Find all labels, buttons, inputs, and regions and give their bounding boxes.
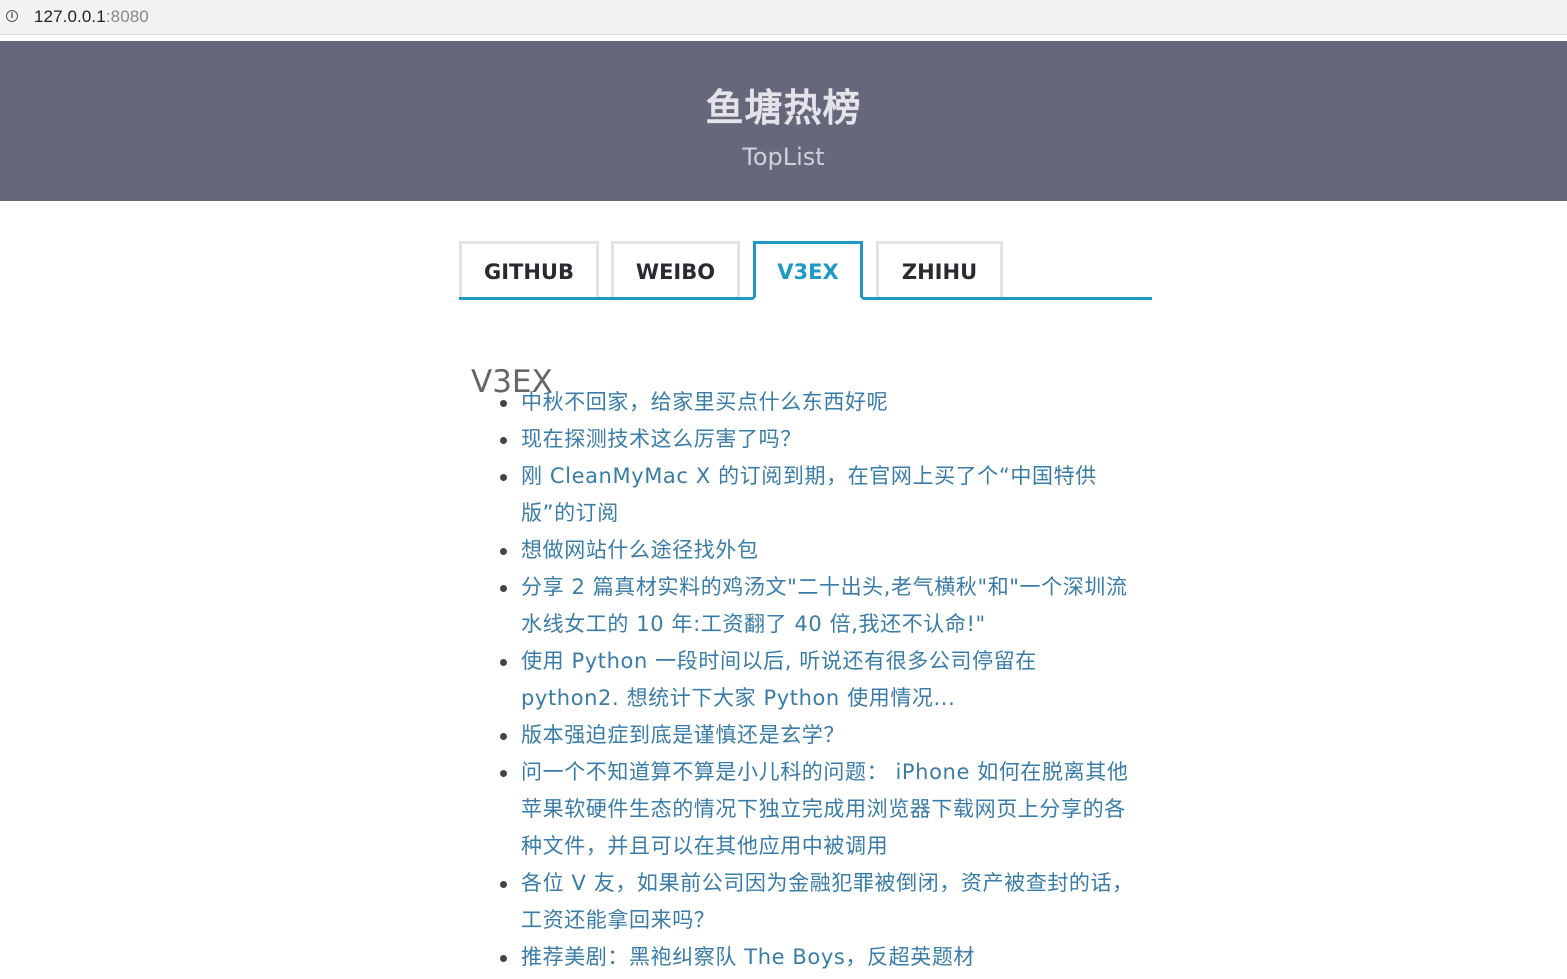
url-port: :8080 [105, 7, 149, 26]
hero-banner: 鱼塘热榜 TopList [0, 41, 1567, 201]
list-item: 使用 Python 一段时间以后, 听说还有很多公司停留在 python2. 想… [500, 643, 1136, 717]
tab-zhihu[interactable]: ZHIHU [876, 241, 1003, 297]
list-item: 分享 2 篇真材实料的鸡汤文"二十出头,老气横秋"和"一个深圳流水线女工的 10… [500, 569, 1136, 643]
list-item: 想做网站什么途径找外包 [500, 532, 1136, 569]
list-item: 推荐美剧：黑袍纠察队 The Boys，反超英题材 [500, 939, 1136, 976]
topic-link[interactable]: 版本强迫症到底是谨慎还是玄学？ [521, 723, 845, 747]
topic-list: 中秋不回家，给家里买点什么东西好呢 现在探测技术这么厉害了吗？ 刚 CleanM… [500, 384, 1136, 976]
site-title: 鱼塘热榜 [705, 86, 862, 130]
list-item: 刚 CleanMyMac X 的订阅到期，在官网上买了个“中国特供版”的订阅 [500, 458, 1136, 532]
topic-link[interactable]: 现在探测技术这么厉害了吗？ [521, 427, 802, 451]
topic-link[interactable]: 各位 V 友，如果前公司因为金融犯罪被倒闭，资产被查封的话，工资还能拿回来吗？ [521, 871, 1134, 932]
topic-link[interactable]: 刚 CleanMyMac X 的订阅到期，在官网上买了个“中国特供版”的订阅 [521, 464, 1097, 525]
url-host: 127.0.0.1 [34, 7, 106, 26]
source-tabs: GITHUB WEIBO V3EX ZHIHU [459, 241, 1152, 300]
browser-address-bar[interactable]: i 127.0.0.1:8080 [0, 0, 1567, 35]
list-item: 版本强迫症到底是谨慎还是玄学？ [500, 717, 1136, 754]
list-item: 问一个不知道算不算是小儿科的问题： iPhone 如何在脱离其他苹果软硬件生态的… [500, 754, 1136, 865]
tab-weibo[interactable]: WEIBO [611, 241, 740, 297]
site-subtitle: TopList [742, 143, 825, 171]
url-text[interactable]: 127.0.0.1:8080 [34, 7, 149, 27]
tab-github[interactable]: GITHUB [459, 241, 599, 297]
list-item: 各位 V 友，如果前公司因为金融犯罪被倒闭，资产被查封的话，工资还能拿回来吗？ [500, 865, 1136, 939]
list-item: 中秋不回家，给家里买点什么东西好呢 [500, 384, 1136, 421]
info-icon[interactable]: i [6, 10, 18, 22]
topic-link[interactable]: 使用 Python 一段时间以后, 听说还有很多公司停留在 python2. 想… [521, 649, 1037, 710]
topic-link[interactable]: 问一个不知道算不算是小儿科的问题： iPhone 如何在脱离其他苹果软硬件生态的… [521, 760, 1128, 858]
list-item: 现在探测技术这么厉害了吗？ [500, 421, 1136, 458]
tab-v3ex[interactable]: V3EX [753, 241, 863, 300]
topic-link[interactable]: 中秋不回家，给家里买点什么东西好呢 [521, 390, 888, 414]
topic-link[interactable]: 想做网站什么途径找外包 [521, 538, 759, 562]
topic-link[interactable]: 推荐美剧：黑袍纠察队 The Boys，反超英题材 [521, 945, 975, 969]
topic-link[interactable]: 分享 2 篇真材实料的鸡汤文"二十出头,老气横秋"和"一个深圳流水线女工的 10… [521, 575, 1128, 636]
